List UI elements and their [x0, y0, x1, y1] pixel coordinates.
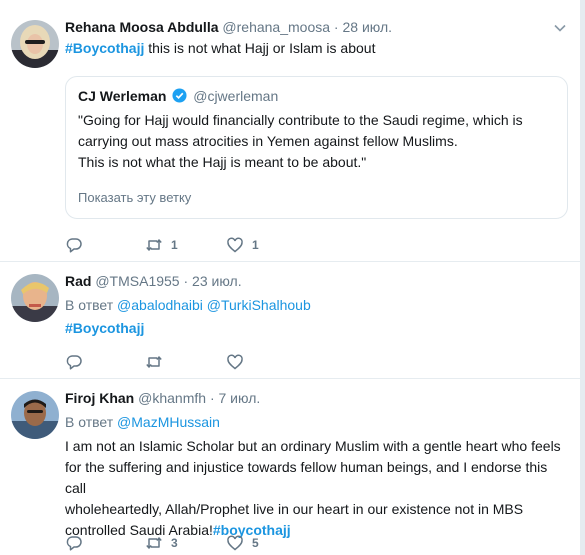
tweet[interactable]: Firoj Khan @khanmfh · 7 июл. В ответ @Ma…	[0, 379, 580, 555]
like-count: 5	[252, 536, 259, 550]
quoted-tweet[interactable]: CJ Werleman @cjwerleman "Going for Hajj …	[65, 76, 568, 219]
show-thread-link[interactable]: Показать эту ветку	[78, 190, 191, 205]
reply-button[interactable]	[65, 352, 91, 372]
retweet-icon	[146, 356, 162, 368]
retweet-count: 3	[171, 536, 178, 550]
reply-icon	[66, 355, 82, 370]
heart-icon	[227, 354, 243, 370]
tweet[interactable]: Rad @TMSA1955 · 23 июл. В ответ @abalodh…	[0, 262, 580, 379]
action-bar: 1 1	[65, 235, 305, 255]
reply-icon	[66, 238, 82, 253]
author-name[interactable]: Rad	[65, 273, 91, 289]
author-name[interactable]: Rehana Moosa Abdulla	[65, 19, 219, 35]
timestamp[interactable]: 7 июл.	[219, 390, 261, 406]
avatar[interactable]	[11, 274, 59, 322]
quoted-author-name: CJ Werleman	[78, 88, 167, 104]
reply-user-link[interactable]: @MazMHussain	[117, 414, 220, 430]
reply-context: В ответ @abalodhaibi @TurkiShalhoub	[65, 295, 568, 315]
retweet-button[interactable]: 3	[145, 533, 178, 553]
reply-user-link[interactable]: @abalodhaibi	[117, 297, 203, 313]
retweet-icon	[146, 537, 162, 549]
action-bar	[65, 352, 305, 372]
quoted-text-line: carrying out mass atrocities in Yemen ag…	[78, 133, 458, 149]
quoted-tweet-text: "Going for Hajj would financially contri…	[78, 110, 555, 173]
like-count: 1	[252, 238, 259, 252]
tweet-text: #Boycothajj	[65, 318, 568, 339]
avatar[interactable]	[11, 391, 59, 439]
hashtag-link[interactable]: #Boycothajj	[65, 40, 144, 56]
avatar-image	[11, 391, 59, 439]
tweet-text-line: for the suffering and injustice towards …	[65, 459, 548, 496]
like-button[interactable]	[226, 352, 252, 372]
chevron-down-icon[interactable]	[552, 20, 568, 36]
reply-user-link[interactable]: @TurkiShalhoub	[207, 297, 311, 313]
retweet-count: 1	[171, 238, 178, 252]
separator: ·	[183, 273, 189, 289]
separator: ·	[333, 19, 339, 35]
avatar[interactable]	[11, 20, 59, 68]
avatar-image	[11, 20, 59, 68]
tweet-text-line: I am not an Islamic Scholar but an ordin…	[65, 438, 561, 454]
timestamp[interactable]: 23 июл.	[192, 273, 242, 289]
tweet-header: Firoj Khan @khanmfh · 7 июл.	[65, 388, 568, 408]
tweet-text-line: wholeheartedly, Allah/Prophet live in ou…	[65, 501, 524, 517]
avatar-image	[11, 274, 59, 322]
quoted-text-line: This is not what the Hajj is meant to be…	[78, 154, 367, 170]
verified-badge-icon	[172, 88, 187, 103]
quoted-author-handle: @cjwerleman	[193, 88, 279, 104]
hashtag-link[interactable]: #Boycothajj	[65, 320, 144, 336]
author-name[interactable]: Firoj Khan	[65, 390, 134, 406]
heart-icon	[227, 535, 243, 551]
tweet-text: #Boycothajj this is not what Hajj or Isl…	[65, 38, 568, 59]
timestamp[interactable]: 28 июл.	[342, 19, 392, 35]
retweet-button[interactable]: 1	[145, 235, 178, 255]
quoted-tweet-header: CJ Werleman @cjwerleman	[78, 86, 278, 106]
tweet[interactable]: Rehana Moosa Abdulla @rehana_moosa · 28 …	[0, 0, 580, 262]
reply-prefix: В ответ	[65, 414, 114, 430]
reply-context: В ответ @MazMHussain	[65, 412, 568, 432]
tweet-text: I am not an Islamic Scholar but an ordin…	[65, 436, 568, 541]
reply-button[interactable]	[65, 235, 91, 255]
retweet-icon	[146, 239, 162, 251]
reply-prefix: В ответ	[65, 297, 114, 313]
tweet-text-body: this is not what Hajj or Islam is about	[144, 40, 376, 56]
tweet-feed: Rehana Moosa Abdulla @rehana_moosa · 28 …	[0, 0, 585, 555]
retweet-button[interactable]	[145, 352, 171, 372]
author-handle[interactable]: @khanmfh	[138, 390, 206, 406]
like-button[interactable]: 1	[226, 235, 259, 255]
tweet-header: Rad @TMSA1955 · 23 июл.	[65, 271, 568, 291]
author-handle[interactable]: @TMSA1955	[95, 273, 179, 289]
reply-icon	[66, 536, 82, 551]
heart-icon	[227, 237, 243, 253]
scrollbar-track[interactable]	[580, 0, 585, 555]
like-button[interactable]: 5	[226, 533, 259, 553]
separator: ·	[209, 390, 215, 406]
quoted-text-line: "Going for Hajj would financially contri…	[78, 112, 523, 128]
tweet-header: Rehana Moosa Abdulla @rehana_moosa · 28 …	[65, 17, 568, 37]
action-bar: 3 5	[65, 533, 305, 553]
reply-button[interactable]	[65, 533, 91, 553]
author-handle[interactable]: @rehana_moosa	[222, 19, 330, 35]
